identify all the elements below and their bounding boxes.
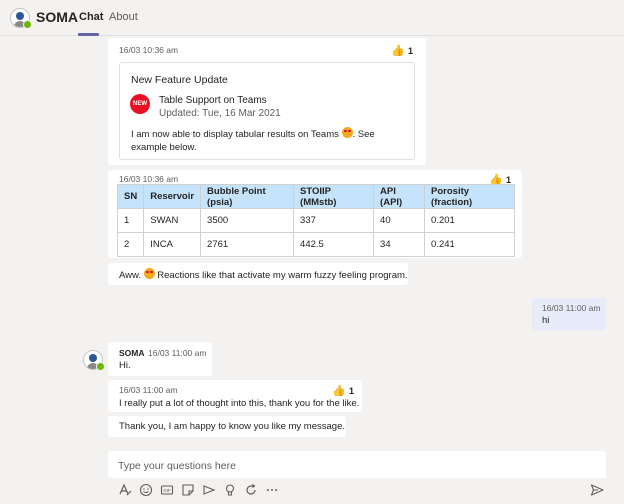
message-timestamp: 16/03 10:36 am	[119, 174, 179, 184]
table-cell: 34	[373, 232, 426, 257]
thumbs-up-icon: 👍	[332, 385, 346, 397]
column-header: Bubble Point (psia)	[200, 184, 295, 209]
emoji-icon[interactable]	[139, 483, 153, 497]
message-text-end: Reactions like that activate my warm fuz…	[154, 270, 408, 281]
table-cell: 3500	[200, 208, 295, 233]
message-timestamp: 16/03 11:00 am	[542, 303, 601, 313]
send-icon[interactable]	[590, 483, 604, 497]
column-header: Porosity (fraction)	[424, 184, 516, 209]
column-header: SN	[116, 184, 145, 209]
sender-name: SOMA	[119, 348, 145, 358]
bot-avatar[interactable]	[10, 8, 32, 29]
reaction-like[interactable]: 👍 1	[391, 44, 413, 57]
new-badge-icon: NEW	[130, 94, 150, 114]
bot-avatar[interactable]	[83, 350, 105, 371]
reaction-count: 1	[348, 385, 354, 396]
message-timestamp: 16/03 10:36 am	[119, 45, 179, 55]
column-header: Reservoir	[143, 184, 202, 209]
message-reaction-reply: Aww. Reactions like that activate my war…	[108, 263, 408, 285]
table-cell: 0.201	[424, 208, 516, 233]
feature-subtitle: Updated: Tue, 16 Mar 2021	[159, 108, 281, 119]
header: SOMA Chat About	[0, 0, 624, 36]
message-text-start: Aww.	[119, 270, 144, 281]
table-header-row: SN Reservoir Bubble Point (psia) STOIIP …	[116, 184, 516, 209]
active-tab-indicator	[78, 33, 99, 36]
table-cell: 442.5	[293, 232, 375, 257]
online-status-icon	[96, 362, 105, 371]
reaction-like[interactable]: 👍 1	[332, 384, 354, 397]
description-text: I am now able to display tabular results…	[131, 129, 342, 140]
message-happy: Thank you, I am happy to know you like m…	[108, 416, 346, 437]
gif-icon[interactable]: GIF	[160, 483, 174, 497]
message-timestamp: 16/03 11:00 am	[148, 348, 207, 358]
message-text: hi	[542, 315, 550, 326]
feature-description: I am now able to display tabular results…	[131, 127, 411, 154]
message-thanks-like: 16/03 11:00 am 👍 1 I really put a lot of…	[108, 380, 362, 412]
reaction-count: 1	[505, 174, 511, 185]
praise-icon[interactable]	[223, 483, 237, 497]
column-header: STOIIP (MMstb)	[293, 184, 375, 209]
column-header: API (API)	[373, 184, 426, 209]
online-status-icon	[23, 20, 32, 29]
format-icon[interactable]	[118, 483, 132, 497]
message-text: I really put a lot of thought into this,…	[119, 398, 360, 409]
thumbs-up-icon: 👍	[391, 45, 405, 57]
meet-icon[interactable]	[202, 483, 216, 497]
compose-box[interactable]	[108, 451, 606, 480]
tab-about[interactable]: About	[109, 11, 138, 23]
app-title: SOMA	[36, 9, 78, 25]
table-cell: 40	[373, 208, 426, 233]
heart-eyes-emoji-icon	[341, 127, 353, 138]
table-cell: 2	[116, 232, 145, 257]
table-cell: 337	[293, 208, 375, 233]
message-greeting: SOMA 16/03 11:00 am Hi.	[108, 342, 212, 376]
tab-chat[interactable]: Chat	[79, 11, 103, 23]
table-cell: INCA	[143, 232, 202, 257]
loop-icon[interactable]	[244, 483, 258, 497]
svg-text:GIF: GIF	[163, 488, 171, 493]
feature-title: Table Support on Teams	[159, 95, 267, 106]
card-title: New Feature Update	[131, 74, 228, 86]
message-text: Thank you, I am happy to know you like m…	[119, 421, 345, 432]
more-icon[interactable]	[265, 483, 279, 497]
adaptive-card: New Feature Update NEW Table Support on …	[119, 62, 415, 160]
reaction-count: 1	[407, 45, 413, 56]
user-message: 16/03 11:00 am hi	[532, 298, 606, 330]
message-table: 16/03 10:36 am 👍 1 SN Reservoir Bubble P…	[108, 170, 522, 258]
message-feature-update: 16/03 10:36 am 👍 1 New Feature Update NE…	[108, 38, 426, 165]
table-cell: SWAN	[143, 208, 202, 233]
heart-eyes-emoji-icon	[143, 268, 155, 279]
message-timestamp: 16/03 11:00 am	[119, 385, 178, 395]
table-cell: 0.241	[424, 232, 516, 257]
table-row: 1 SWAN 3500 337 40 0.201	[116, 208, 516, 233]
message-text: Aww. Reactions like that activate my war…	[119, 268, 408, 281]
sticker-icon[interactable]	[181, 483, 195, 497]
reservoir-table: SN Reservoir Bubble Point (psia) STOIIP …	[116, 184, 516, 257]
message-text: Hi.	[119, 360, 131, 371]
message-input[interactable]	[118, 460, 588, 472]
table-row: 2 INCA 2761 442.5 34 0.241	[116, 232, 516, 257]
table-cell: 1	[116, 208, 145, 233]
table-cell: 2761	[200, 232, 295, 257]
